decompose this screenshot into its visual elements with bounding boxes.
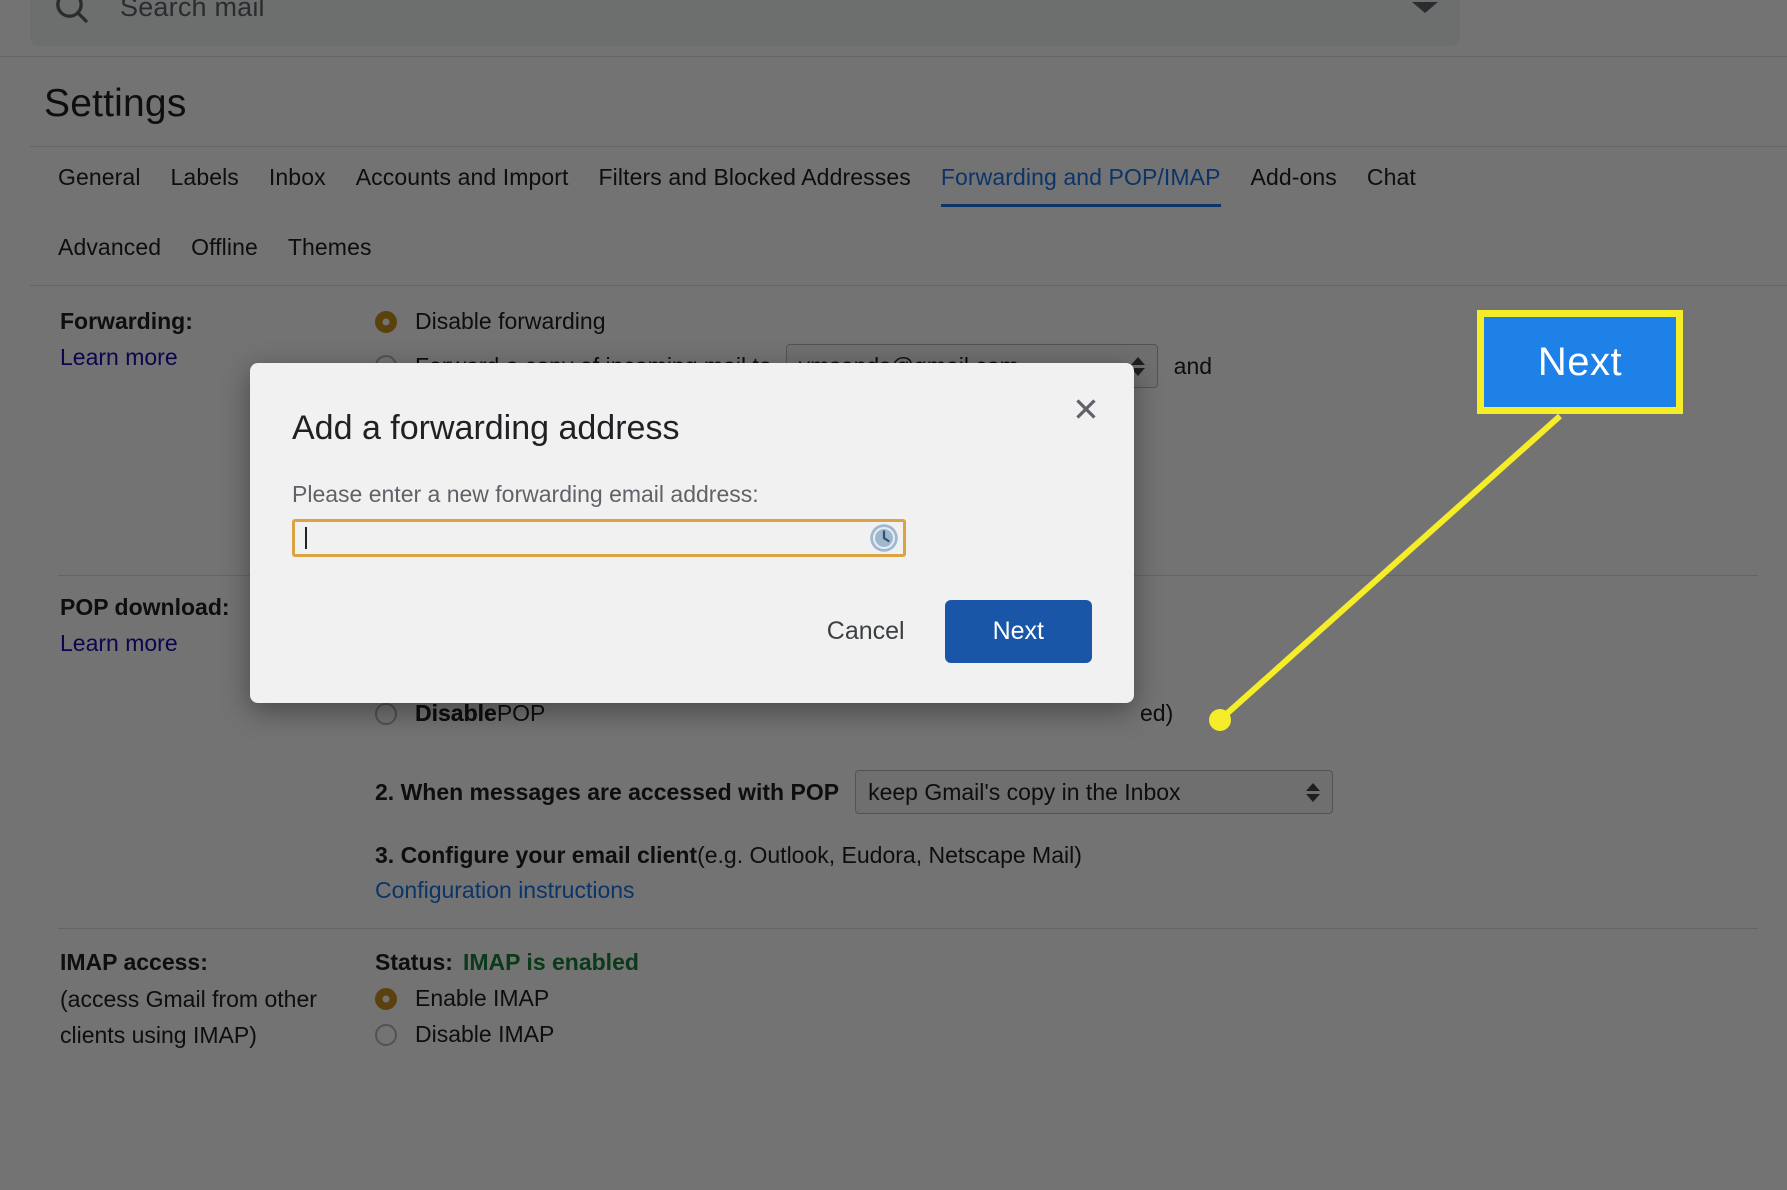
dialog-title: Add a forwarding address (292, 409, 680, 447)
tab-inbox[interactable]: Inbox (269, 164, 326, 207)
tab-forwarding-and-pop-imap[interactable]: Forwarding and POP/IMAP (940, 164, 1221, 207)
close-icon[interactable]: ✕ (1066, 389, 1106, 429)
option-disable-pop[interactable]: Disable POP (375, 700, 545, 727)
pop-fragment-text: ed) (1140, 700, 1173, 727)
radio-enable-imap[interactable] (375, 987, 397, 1010)
tab-labels[interactable]: Labels (171, 164, 239, 207)
chevron-down-icon[interactable] (1412, 1, 1438, 13)
configuration-instructions-link[interactable]: Configuration instructions (375, 877, 635, 904)
radio-disable-forwarding[interactable] (375, 310, 397, 333)
settings-tabs-row-1: General Labels Inbox Accounts and Import… (58, 164, 1446, 207)
select-spinner-icon[interactable] (1280, 782, 1321, 802)
clock-icon[interactable] (869, 523, 899, 553)
search-bar[interactable]: Search mail (30, 0, 1460, 46)
pop-accessed-value: keep Gmail's copy in the Inbox (868, 778, 1181, 805)
forwarding-label: Forwarding: (60, 308, 193, 334)
pop-step-2: 2. When messages are accessed with POP k… (375, 770, 1334, 814)
imap-label: IMAP access: (60, 949, 208, 975)
add-forwarding-address-dialog: ✕ Add a forwarding address Please enter … (250, 363, 1134, 703)
radio-disable-pop[interactable] (375, 702, 397, 725)
tab-offline[interactable]: Offline (191, 234, 258, 277)
option-disable-pop-suffix: POP (496, 700, 546, 726)
pop-fragment-label: ed) (1140, 700, 1174, 726)
imap-sublabel-line-1: (access Gmail from other (60, 986, 317, 1012)
section-divider-2 (58, 928, 1758, 929)
option-disable-pop-label: Disable (415, 700, 497, 726)
header-divider (0, 56, 1787, 57)
next-button[interactable]: Next (944, 600, 1092, 663)
pop-step-3: 3. Configure your email client (e.g. Out… (375, 842, 1082, 869)
pop-step-3-suffix: (e.g. Outlook, Eudora, Netscape Mail) (697, 842, 1082, 868)
tab-accounts-and-import[interactable]: Accounts and Import (356, 164, 569, 207)
radio-disable-imap[interactable] (375, 1023, 397, 1046)
page-title: Settings (44, 82, 187, 125)
option-enable-imap[interactable]: Enable IMAP (375, 985, 549, 1012)
tabs-divider (30, 285, 1787, 286)
settings-tabs-row-2: Advanced Offline Themes (58, 234, 402, 277)
option-enable-imap-label: Enable IMAP (415, 985, 550, 1011)
title-divider (30, 146, 1787, 147)
dialog-actions: Cancel Next (809, 600, 1092, 663)
search-icon (52, 0, 92, 27)
pop-label: POP download: (60, 594, 230, 620)
tab-advanced[interactable]: Advanced (58, 234, 161, 277)
forwarding-learn-more-link[interactable]: Learn more (60, 344, 178, 371)
pop-step-3-label: 3. Configure your email client (375, 842, 698, 868)
tab-chat[interactable]: Chat (1367, 164, 1416, 207)
forwarding-email-input[interactable] (292, 519, 906, 557)
option-disable-imap-label: Disable IMAP (415, 1021, 555, 1047)
option-disable-imap[interactable]: Disable IMAP (375, 1021, 554, 1048)
imap-status: Status: IMAP is enabled (375, 949, 639, 976)
pop-learn-more-link[interactable]: Learn more (60, 630, 178, 657)
tab-general[interactable]: General (58, 164, 141, 207)
text-caret (305, 527, 307, 549)
pop-accessed-select[interactable]: keep Gmail's copy in the Inbox (855, 770, 1334, 814)
tab-filters-and-blocked-addresses[interactable]: Filters and Blocked Addresses (599, 164, 911, 207)
cancel-button[interactable]: Cancel (809, 605, 923, 658)
option-disable-forwarding[interactable]: Disable forwarding (375, 308, 605, 335)
imap-status-value: IMAP is enabled (462, 949, 639, 975)
imap-sublabel-line-2: clients using IMAP) (60, 1022, 257, 1048)
search-input[interactable]: Search mail (120, 0, 265, 23)
tab-add-ons[interactable]: Add-ons (1251, 164, 1337, 207)
option-disable-forwarding-label: Disable forwarding (415, 308, 606, 334)
imap-status-prefix: Status: (375, 949, 453, 975)
dialog-prompt: Please enter a new forwarding email addr… (292, 481, 759, 507)
tab-themes[interactable]: Themes (288, 234, 372, 277)
forward-suffix-label: and (1173, 352, 1213, 379)
pop-step-2-label: 2. When messages are accessed with POP (375, 778, 840, 805)
